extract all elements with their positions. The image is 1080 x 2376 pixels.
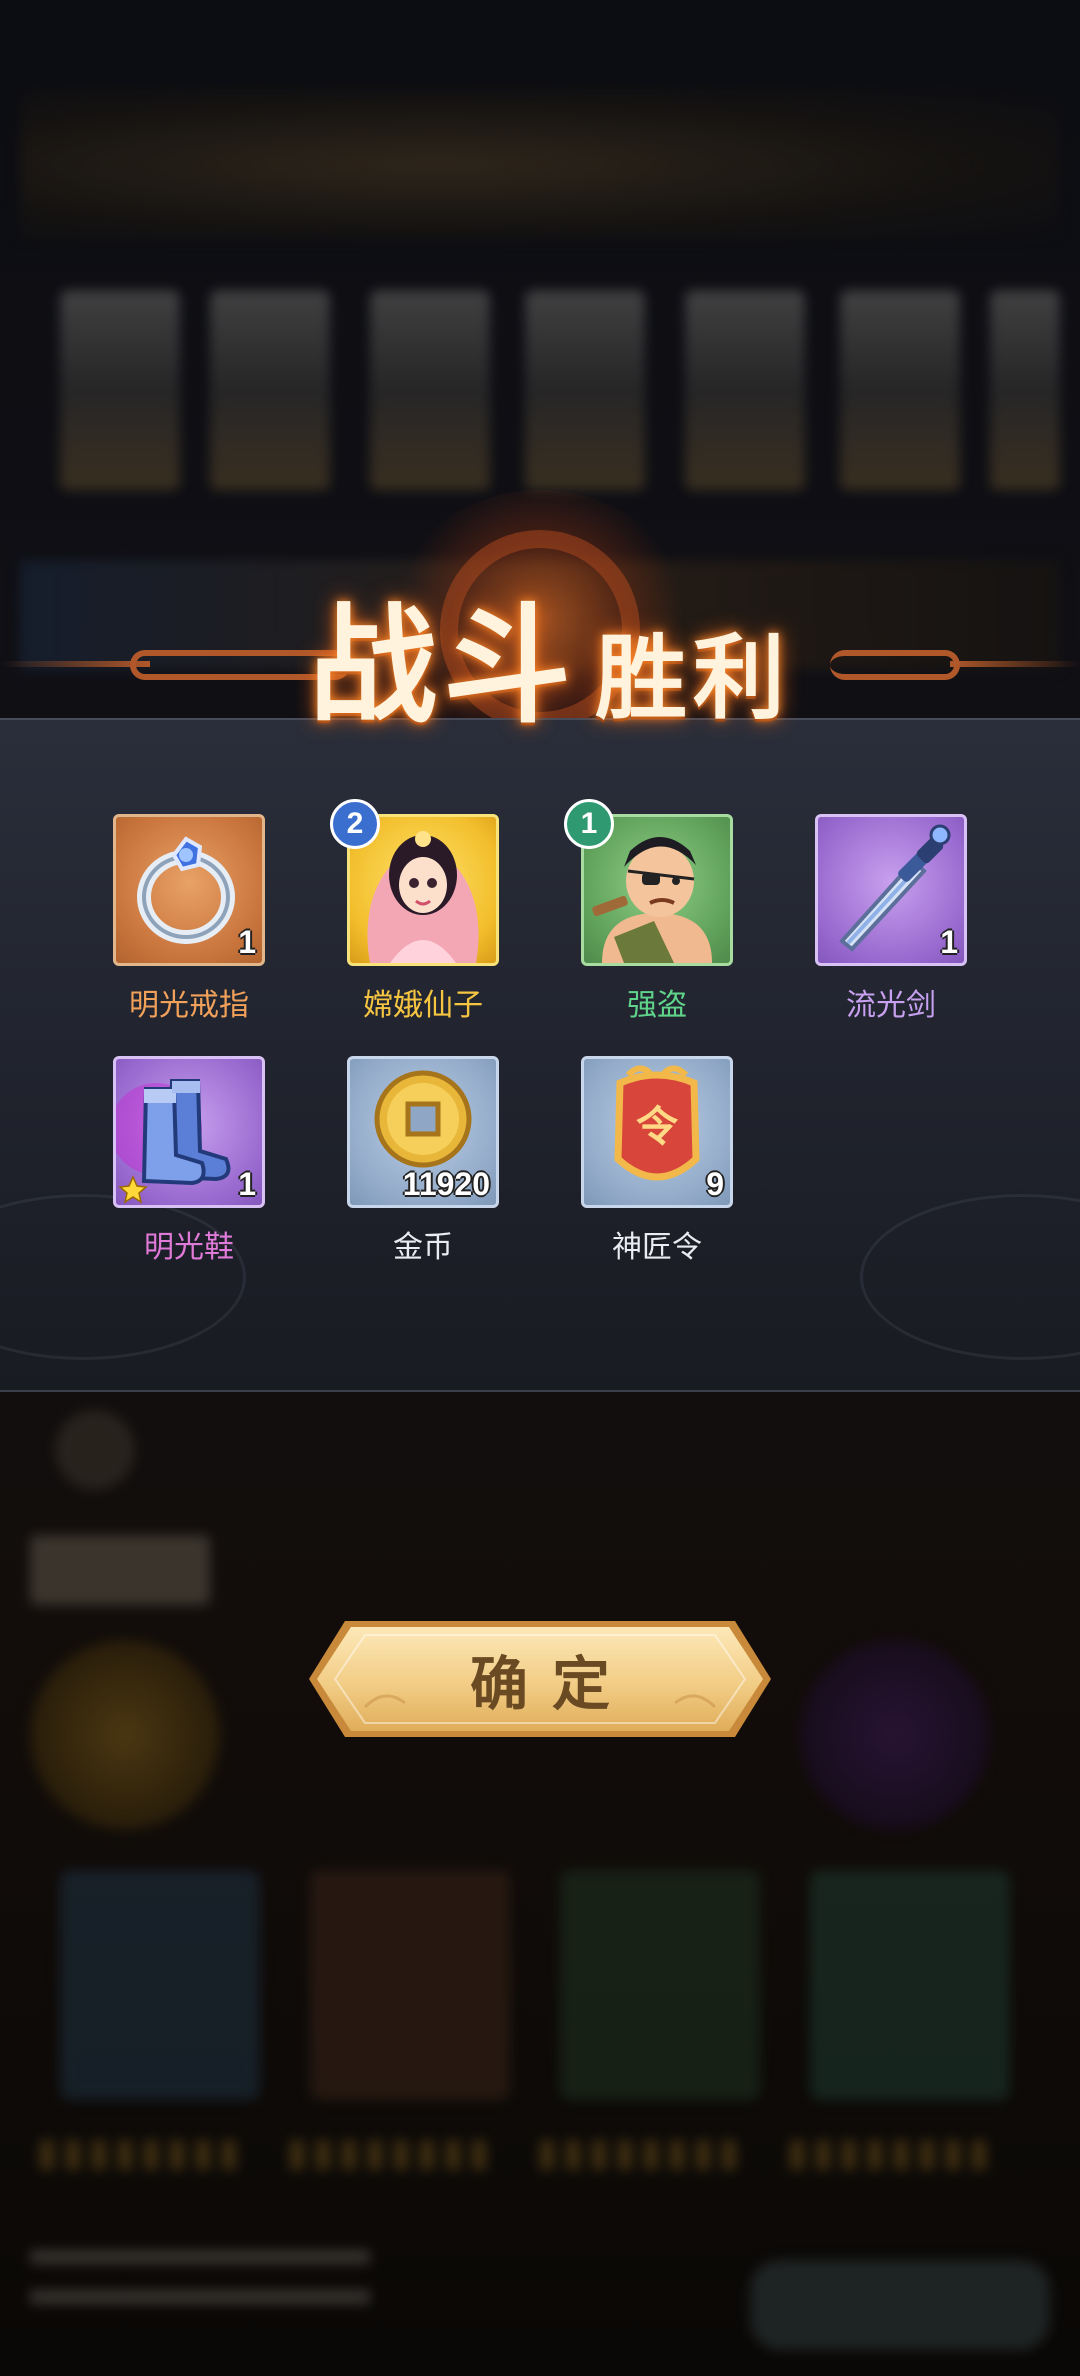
reward-quantity: 11920 xyxy=(402,1166,490,1202)
reward-name: 明光戒指 xyxy=(129,988,249,1023)
header-line-left xyxy=(0,661,150,667)
reward-slot-boots[interactable]: 1 xyxy=(113,1056,265,1208)
header-line-right xyxy=(950,661,1080,667)
background-hero-card xyxy=(310,1870,510,2100)
reward-quantity: 1 xyxy=(940,924,958,960)
background-hero-card xyxy=(60,1870,260,2100)
reward-name: 强盗 xyxy=(627,988,687,1023)
background-card xyxy=(685,290,805,490)
reward-quantity: 1 xyxy=(238,1166,256,1202)
reward-quantity: 1 xyxy=(238,924,256,960)
victory-title-main: 战斗 xyxy=(308,591,577,741)
background-stars xyxy=(790,2140,990,2170)
reward-slot-ring[interactable]: 1 xyxy=(113,814,265,966)
reward-name: 神匠令 xyxy=(612,1230,702,1265)
background-hero-card xyxy=(560,1870,760,2100)
background-top-bar xyxy=(20,90,1060,240)
reward-slot-sword[interactable]: 1 xyxy=(815,814,967,966)
background-card xyxy=(990,290,1060,490)
reward-name: 嫦娥仙子 xyxy=(363,988,483,1023)
victory-screen: 1 明光戒指 2 嫦娥仙子 1 强盗 1 流光剑 1 明光鞋 11920 金币 … xyxy=(0,0,1080,2376)
background-card xyxy=(525,290,645,490)
background-stars xyxy=(290,2140,490,2170)
reward-name: 流光剑 xyxy=(846,988,936,1023)
confirm-button-label: 确定 xyxy=(469,1650,634,1718)
reward-quantity: 9 xyxy=(706,1166,724,1202)
background-text xyxy=(30,2250,370,2330)
reward-slot-gold-coin[interactable]: 11920 xyxy=(347,1056,499,1208)
background-hero-card xyxy=(810,1870,1010,2100)
background-tag xyxy=(30,1535,210,1605)
confirm-button[interactable]: 确定 xyxy=(305,1617,775,1741)
panel-wave-decoration xyxy=(0,1194,246,1360)
background-stars xyxy=(40,2140,240,2170)
background-stars xyxy=(540,2140,740,2170)
panel-wave-decoration xyxy=(860,1194,1080,1360)
background-button xyxy=(750,2260,1050,2350)
reward-slot-craftsman-token[interactable]: 令 9 xyxy=(581,1056,733,1208)
star-icon xyxy=(118,1175,148,1204)
token-glyph: 令 xyxy=(636,1102,679,1151)
background-card xyxy=(210,290,330,490)
level-badge: 1 xyxy=(564,799,614,849)
reward-panel: 1 明光戒指 2 嫦娥仙子 1 强盗 1 流光剑 1 明光鞋 11920 金币 … xyxy=(0,718,1080,1392)
victory-title-sub: 胜利 xyxy=(595,624,792,732)
victory-title: 战斗 胜利 xyxy=(270,570,830,730)
background-avatar xyxy=(30,1640,220,1830)
background-card xyxy=(60,290,180,490)
cloud-swirl-right xyxy=(830,650,960,680)
background-card xyxy=(370,290,490,490)
background-card xyxy=(840,290,960,490)
level-badge: 2 xyxy=(330,799,380,849)
reward-name: 明光鞋 xyxy=(144,1230,234,1265)
background-avatar xyxy=(800,1640,990,1830)
reward-name: 金币 xyxy=(393,1230,453,1265)
background-badge xyxy=(55,1410,135,1490)
